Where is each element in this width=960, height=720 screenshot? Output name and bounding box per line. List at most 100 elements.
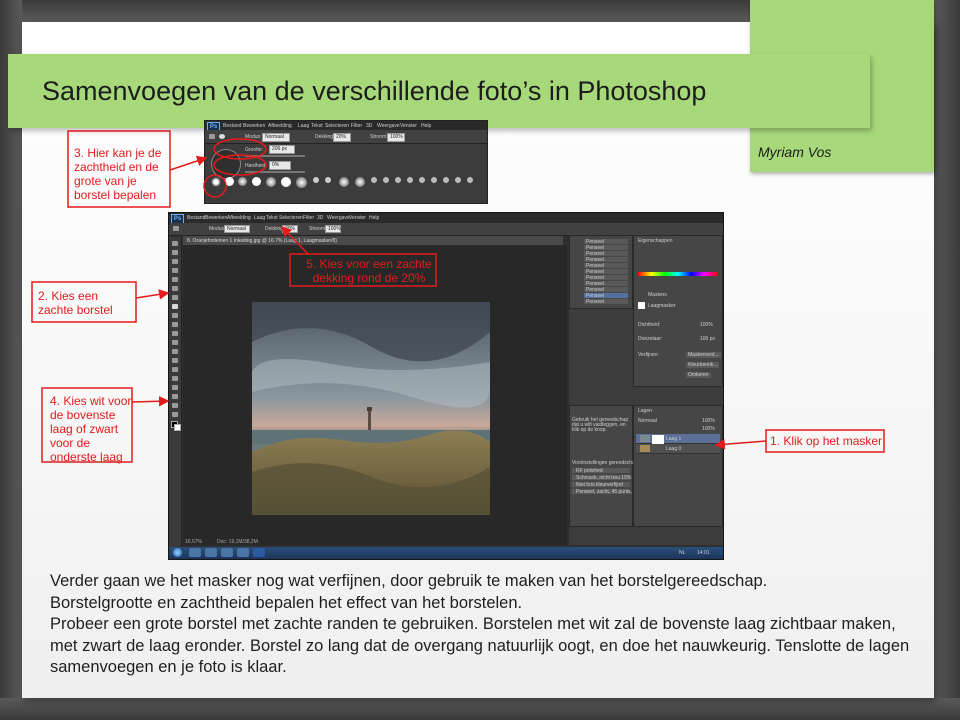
layer-mask-thumbnail[interactable] <box>652 435 664 444</box>
blend-mode[interactable]: Normaal <box>638 418 657 424</box>
brush-preset[interactable] <box>238 177 247 186</box>
history-item[interactable]: Penseel <box>584 269 628 275</box>
invert-button[interactable]: Omkeren <box>686 372 711 378</box>
brush-preset[interactable] <box>296 177 307 188</box>
quick-selection-tool-icon[interactable] <box>172 268 178 273</box>
history-item[interactable]: Penseel <box>584 299 628 305</box>
brush-preset[interactable] <box>443 177 449 183</box>
history-item[interactable]: Penseel <box>584 287 628 293</box>
menu-item-3d[interactable]: 3D <box>366 123 372 129</box>
history-item-selected[interactable]: Penseel <box>584 293 628 299</box>
preset-item[interactable]: RF polished <box>572 468 630 474</box>
menu-item-filter[interactable]: Filter <box>351 123 362 129</box>
menu-item-bestand[interactable]: Bestand <box>187 215 205 221</box>
menu-item-afbeelding[interactable]: Afbeelding <box>227 215 251 221</box>
menu-item-weergave[interactable]: Weergave <box>377 123 400 129</box>
menu-item-selecteren[interactable]: Selecteren <box>325 123 349 129</box>
layer-row[interactable]: Laag 0 <box>636 444 720 454</box>
brush-preset[interactable] <box>383 177 389 183</box>
menu-item-venster[interactable]: Venster <box>349 215 366 221</box>
opacity-field[interactable]: 20% <box>333 133 351 142</box>
history-item[interactable]: Penseel <box>584 275 628 281</box>
menu-item-bewerken[interactable]: Bewerken <box>243 123 265 129</box>
menu-item-laag[interactable]: Laag <box>254 215 265 221</box>
brush-preset[interactable] <box>252 177 261 186</box>
soft-brush-preset[interactable] <box>211 177 221 187</box>
brush-tool-icon[interactable] <box>172 304 178 309</box>
shape-tool-icon[interactable] <box>172 394 178 399</box>
brush-preset[interactable] <box>355 177 365 187</box>
taskbar-app-icon[interactable] <box>189 548 201 557</box>
menu-item-weergave[interactable]: Weergave <box>327 215 350 221</box>
start-button-icon[interactable] <box>173 548 182 557</box>
healing-tool-icon[interactable] <box>172 295 178 300</box>
eraser-tool-icon[interactable] <box>172 331 178 336</box>
path-selection-tool-icon[interactable] <box>172 385 178 390</box>
history-item[interactable]: Penseel <box>584 245 628 251</box>
layer-fill[interactable]: 100% <box>702 426 715 432</box>
brush-preset[interactable] <box>339 177 349 187</box>
brush-preset[interactable] <box>467 177 473 183</box>
brush-preset[interactable] <box>395 177 401 183</box>
blur-tool-icon[interactable] <box>172 349 178 354</box>
mode-select[interactable]: Normaal <box>262 133 290 142</box>
menu-item-afbeelding[interactable]: Afbeelding <box>268 123 292 129</box>
brush-preset[interactable] <box>455 177 461 183</box>
preset-item[interactable]: Penseel, zacht, 45 punts, rke <box>572 489 640 495</box>
brush-preset[interactable] <box>325 177 331 183</box>
color-spectrum-bar[interactable] <box>638 272 718 276</box>
canvas-area[interactable] <box>183 245 567 545</box>
density-value[interactable]: 100% <box>700 322 713 328</box>
history-item[interactable]: Penseel <box>584 257 628 263</box>
taskbar-app-icon[interactable] <box>237 548 249 557</box>
menu-item-laag[interactable]: Laag <box>298 123 309 129</box>
brush-tool-icon[interactable] <box>209 134 215 139</box>
layer-row-selected[interactable]: Laag 1 <box>636 434 720 444</box>
mode-select[interactable]: Normaal <box>224 225 250 233</box>
history-item[interactable]: Penseel <box>584 239 628 245</box>
menu-item-3d[interactable]: 3D <box>317 215 323 221</box>
brush-preset[interactable] <box>407 177 413 183</box>
taskbar-app-icon[interactable] <box>221 548 233 557</box>
menu-item-bestand[interactable]: Bestand <box>223 123 241 129</box>
size-slider[interactable] <box>245 155 305 157</box>
crop-tool-icon[interactable] <box>172 277 178 282</box>
flow-field[interactable]: 100% <box>325 225 341 233</box>
hardness-field[interactable]: 0% <box>269 161 291 170</box>
preset-item[interactable]: Schmuck, nicht treu 10% drie <box>572 475 641 481</box>
brush-tool-icon[interactable] <box>173 226 179 231</box>
menu-item-selecteren[interactable]: Selecteren <box>279 215 303 221</box>
lasso-tool-icon[interactable] <box>172 259 178 264</box>
history-item[interactable]: Penseel <box>584 263 628 269</box>
size-field[interactable]: 206 px <box>269 145 295 154</box>
brush-preset[interactable] <box>313 177 319 183</box>
gradient-tool-icon[interactable] <box>172 340 178 345</box>
taskbar-photoshop-icon[interactable] <box>253 548 265 557</box>
taskbar-language[interactable]: NL <box>679 550 685 556</box>
mask-edge-button[interactable]: Maskerrand... <box>686 352 721 358</box>
brush-preset[interactable] <box>419 177 425 183</box>
document-tab[interactable]: 8. Oranjefonteinen 1 Inleiding.jpg @ 16.… <box>187 238 337 244</box>
brush-preset[interactable] <box>431 177 437 183</box>
history-item[interactable]: Penseel <box>584 251 628 257</box>
layer-opacity[interactable]: 100% <box>702 418 715 424</box>
menu-item-venster[interactable]: Venster <box>400 123 417 129</box>
brush-preset[interactable] <box>266 177 276 187</box>
move-tool-icon[interactable] <box>172 241 178 246</box>
color-range-button[interactable]: Kleurbereik... <box>686 362 720 368</box>
menu-item-bewerken[interactable]: Bewerken <box>205 215 227 221</box>
marquee-tool-icon[interactable] <box>172 250 178 255</box>
brush-preset[interactable] <box>281 177 291 187</box>
zoom-tool-icon[interactable] <box>172 412 178 417</box>
menu-item-filter[interactable]: Filter <box>303 215 314 221</box>
menu-item-help[interactable]: Help <box>369 215 379 221</box>
eyedropper-tool-icon[interactable] <box>172 286 178 291</box>
background-color-swatch[interactable] <box>174 424 181 431</box>
flow-field[interactable]: 100% <box>387 133 405 142</box>
taskbar-app-icon[interactable] <box>205 548 217 557</box>
clone-stamp-tool-icon[interactable] <box>172 313 178 318</box>
type-tool-icon[interactable] <box>172 376 178 381</box>
brush-preset-picker-icon[interactable] <box>219 134 225 139</box>
preset-item[interactable]: Niet foto kleurverfijnd <box>572 482 630 488</box>
history-item[interactable]: Penseel <box>584 281 628 287</box>
